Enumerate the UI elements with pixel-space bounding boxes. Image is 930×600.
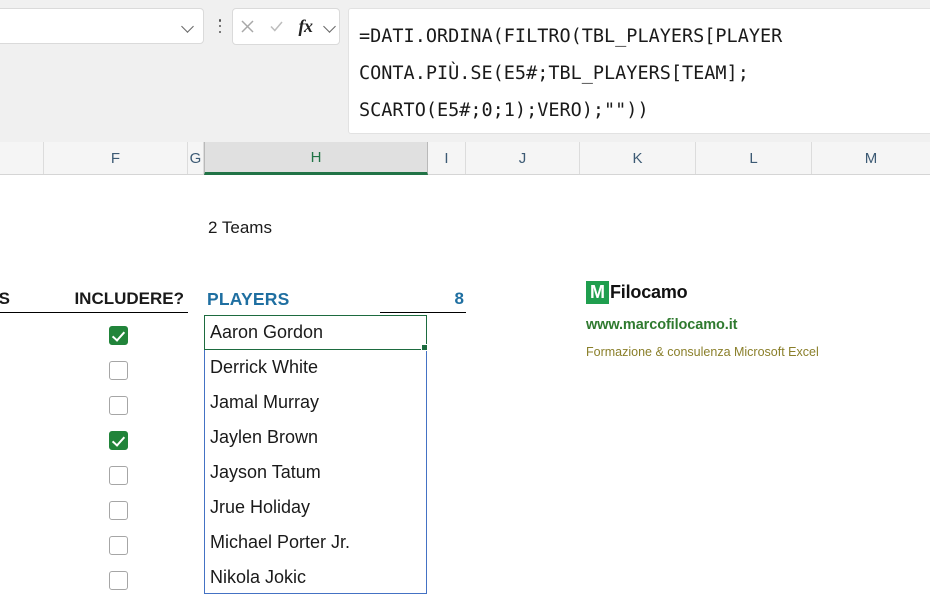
players-spill-list[interactable]: Aaron Gordon Derrick White Jamal Murray … bbox=[204, 315, 427, 595]
table-row bbox=[103, 353, 133, 388]
formula-input[interactable]: =DATI.ORDINA(FILTRO(TBL_PLAYERS[PLAYER C… bbox=[348, 8, 930, 134]
list-item[interactable]: Jayson Tatum bbox=[204, 455, 427, 490]
include-checkbox[interactable] bbox=[108, 536, 128, 555]
brand-mark-icon: M bbox=[586, 280, 609, 304]
kebab-dot bbox=[218, 24, 222, 28]
fx-icon[interactable]: fx bbox=[294, 15, 318, 39]
excel-window: fx =DATI.ORDINA(FILTRO(TBL_PLAYERS[PLAYE… bbox=[0, 0, 930, 600]
table-row bbox=[103, 318, 133, 353]
more-options-icon[interactable] bbox=[212, 17, 228, 35]
header-players: PLAYERS bbox=[207, 288, 290, 309]
players-count: 8 bbox=[380, 285, 466, 313]
column-header-f[interactable]: F bbox=[44, 142, 188, 174]
table-row bbox=[103, 563, 133, 598]
column-header-g[interactable]: G bbox=[188, 142, 204, 174]
formula-line: SCARTO(E5#;0;1);VERO);"")) bbox=[359, 100, 649, 121]
header-includere: INCLUDERE? bbox=[0, 285, 188, 313]
table-row bbox=[103, 528, 133, 563]
close-icon[interactable] bbox=[236, 15, 260, 39]
brand-tagline: Formazione & consulenza Microsoft Excel bbox=[586, 345, 819, 359]
list-item[interactable]: Michael Porter Jr. bbox=[204, 525, 427, 560]
table-row bbox=[103, 423, 133, 458]
formula-line: CONTA.PIÙ.SE(E5#;TBL_PLAYERS[TEAM]; bbox=[359, 63, 749, 84]
column-header-row: F G H I J K L M bbox=[0, 142, 930, 175]
kebab-dot bbox=[218, 19, 222, 22]
include-checkbox[interactable] bbox=[108, 431, 128, 450]
column-header-j[interactable]: J bbox=[466, 142, 580, 174]
include-checkbox[interactable] bbox=[108, 396, 128, 415]
list-item[interactable]: Nikola Jokic bbox=[204, 560, 427, 595]
brand-logo: M Filocamo bbox=[586, 280, 886, 304]
formula-line: =DATI.ORDINA(FILTRO(TBL_PLAYERS[PLAYER bbox=[359, 26, 783, 47]
brand-block: M Filocamo www.marcofilocamo.it Formazio… bbox=[586, 280, 886, 359]
fill-handle[interactable] bbox=[421, 344, 428, 351]
include-checkbox[interactable] bbox=[108, 466, 128, 485]
column-header-h[interactable]: H bbox=[204, 142, 428, 175]
list-item[interactable]: Derrick White bbox=[204, 350, 427, 385]
brand-url[interactable]: www.marcofilocamo.it bbox=[586, 317, 886, 333]
column-header-l[interactable]: L bbox=[696, 142, 812, 174]
list-item[interactable]: Aaron Gordon bbox=[204, 315, 427, 350]
kebab-dot bbox=[218, 30, 222, 33]
chevron-down-icon[interactable] bbox=[181, 19, 195, 33]
table-row bbox=[103, 458, 133, 493]
name-box[interactable] bbox=[0, 8, 204, 44]
table-row bbox=[103, 493, 133, 528]
include-checkbox-column bbox=[103, 318, 133, 598]
include-checkbox[interactable] bbox=[108, 326, 128, 345]
list-item[interactable]: Jrue Holiday bbox=[204, 490, 427, 525]
column-header-i[interactable]: I bbox=[428, 142, 466, 174]
worksheet-grid[interactable]: 2 Teams S INCLUDERE? PLAYERS 8 Aaron Gor… bbox=[0, 175, 930, 600]
include-checkbox[interactable] bbox=[108, 501, 128, 520]
teams-count-label: 2 Teams bbox=[208, 218, 272, 237]
list-item[interactable]: Jaylen Brown bbox=[204, 420, 427, 455]
table-row bbox=[103, 388, 133, 423]
brand-name: Filocamo bbox=[610, 281, 688, 302]
include-checkbox[interactable] bbox=[108, 571, 128, 590]
chevron-down-icon[interactable] bbox=[323, 20, 337, 34]
column-header-partial[interactable] bbox=[0, 142, 44, 174]
column-header-m[interactable]: M bbox=[812, 142, 930, 174]
include-checkbox[interactable] bbox=[108, 361, 128, 380]
formula-actions-group: fx bbox=[232, 8, 340, 45]
column-header-k[interactable]: K bbox=[580, 142, 696, 174]
check-icon[interactable] bbox=[265, 15, 289, 39]
formula-bar-strip: fx =DATI.ORDINA(FILTRO(TBL_PLAYERS[PLAYE… bbox=[0, 0, 930, 142]
list-item[interactable]: Jamal Murray bbox=[204, 385, 427, 420]
